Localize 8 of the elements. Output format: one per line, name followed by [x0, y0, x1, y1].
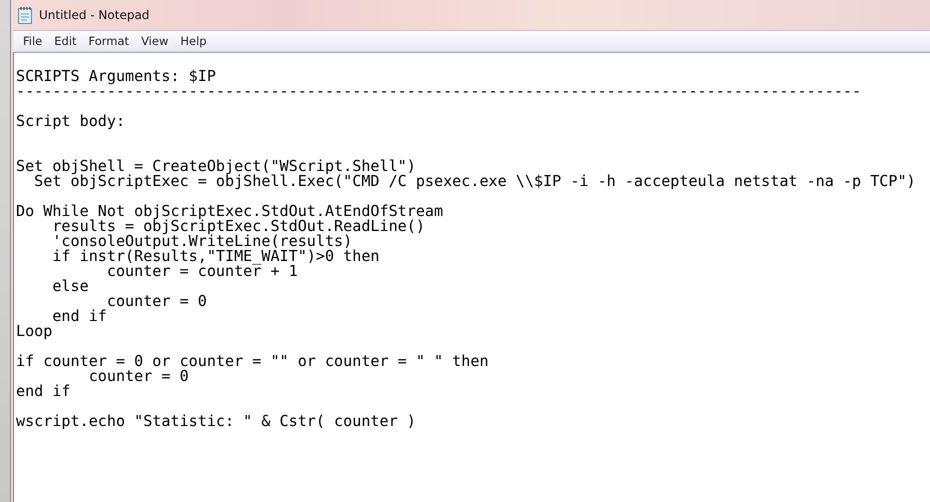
menu-item[interactable]: Edit — [48, 32, 83, 50]
menu-item[interactable]: View — [135, 32, 174, 50]
menu-item[interactable]: Help — [174, 32, 213, 50]
editor-text[interactable]: SCRIPTS Arguments: $IP --------------------------------------------------------------------------------------------- Script body: Set objShell = CreateObject("WScript.Shell") Set objScriptExec = objShell.Exec("CMD /C psexec.exe \\$IP -i -h -accepteula netstat -na -p TCP") Do While Not objScriptExec.StdOut.AtEndOfStream results = objScriptExec.StdOut.ReadLine() 'consoleOutput.WriteLine(results) if instr(Results,"TIME_WAIT")>0 then counter = counter + 1 else counter = 0 end if Loop if counter = 0 or counter = "" or counter = " " then counter = 0 end if wscript.echo "Statistic: " & Cstr( counter ) — [13, 52, 930, 502]
menu-item[interactable]: Format — [82, 32, 136, 50]
menu-item[interactable]: File — [17, 32, 48, 50]
notepad-icon — [17, 6, 33, 24]
window-title: Untitled - Notepad — [39, 8, 150, 22]
